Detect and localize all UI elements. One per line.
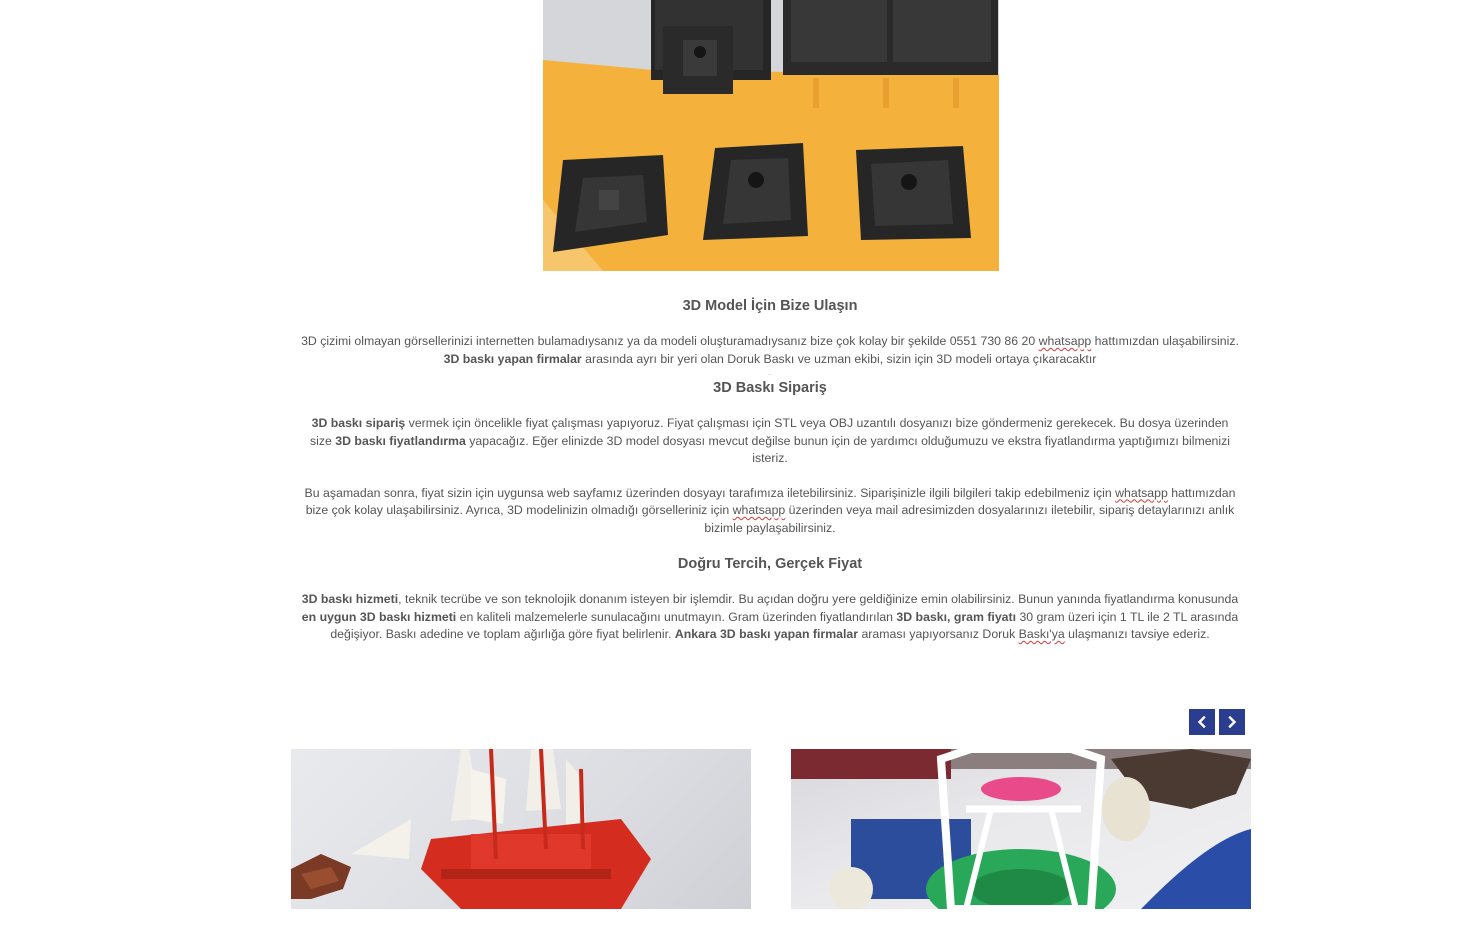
section-heading-order: 3D Baskı Sipariş	[713, 380, 827, 396]
ship-photo	[291, 749, 651, 909]
carousel-nav	[1189, 709, 1245, 735]
chevron-left-icon	[1197, 716, 1206, 728]
carousel-card-ship[interactable]	[291, 749, 751, 909]
section-paragraph-price: 3D baskı hizmeti, teknik tecrübe ve son …	[301, 592, 1239, 641]
carousel-next-button[interactable]	[1219, 709, 1245, 735]
content-area: 3D Model İçin Bize Ulaşın 3D çizimi olma…	[300, 296, 1240, 644]
frame-photo	[791, 749, 1251, 909]
separator-dot: .	[768, 368, 772, 377]
hero-photo	[543, 0, 999, 271]
chevron-right-icon	[1228, 716, 1237, 728]
section-paragraph-order-2: Bu aşamadan sonra, fiyat sizin için uygu…	[304, 485, 1236, 535]
section-heading-price: Doğru Tercih, Gerçek Fiyat	[677, 556, 863, 572]
carousel-prev-button[interactable]	[1189, 709, 1215, 735]
section-heading-model: 3D Model İçin Bize Ulaşın	[682, 298, 858, 314]
section-paragraph-order-1: 3D baskı sipariş vermek için öncelikle f…	[310, 416, 1230, 465]
carousel-card-frame[interactable]	[791, 749, 1251, 909]
section-paragraph-model: 3D çizimi olmayan görsellerinizi interne…	[301, 334, 1239, 366]
hero-photo-illustration	[543, 0, 999, 271]
